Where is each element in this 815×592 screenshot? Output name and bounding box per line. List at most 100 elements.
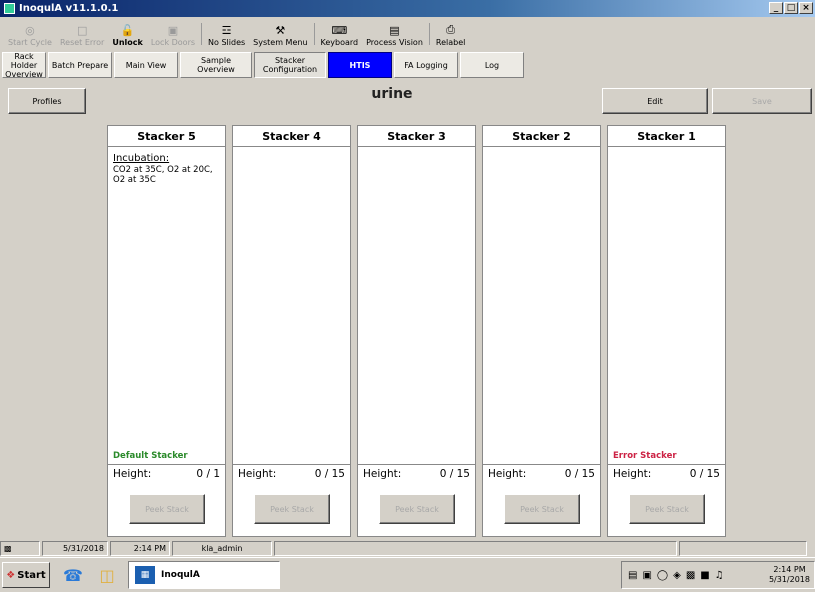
toolbar-button-label: No Slides (208, 38, 246, 47)
system-menu-icon: ⚒ (275, 23, 286, 37)
toolbar: ◎ Start Cycle □ Reset Error 🔓 Unlock ▣ Lock Doo… (0, 17, 815, 50)
nav-tab-6[interactable]: FA Logging (394, 52, 458, 78)
toolbar-button-0[interactable]: ◎ Start Cycle (4, 19, 56, 50)
printer-icon: ⎙ (446, 23, 456, 36)
window-title: InoqulA v11.1.0.1 (19, 3, 119, 14)
security-icon[interactable]: ◯ (657, 570, 668, 581)
internet-explorer-icon[interactable]: ☎ (62, 564, 84, 586)
stacker-footer: Height: 0 / 15 Peek Stack (233, 464, 350, 536)
toolbar-separator (313, 23, 315, 45)
toolbar-separator (428, 23, 430, 45)
stacker-content[interactable]: Incubation: CO2 at 35C, O2 at 20C, O2 at … (108, 147, 225, 471)
incubation-text: CO2 at 35C, O2 at 20C, O2 at 35C (113, 165, 213, 185)
toolbar-button-label: Lock Doors (150, 38, 196, 47)
drive-icon[interactable]: ▩ (686, 570, 695, 581)
tray-clock[interactable]: 2:14 PM 5/31/2018 (769, 565, 810, 585)
clock-date: 5/31/2018 (768, 575, 810, 584)
stacker-footer: Height: 0 / 1 Peek Stack (108, 464, 225, 536)
unlock-icon: 🔓 (120, 23, 135, 37)
maximize-button[interactable]: □ (784, 2, 798, 14)
network-icon[interactable]: ▤ (628, 570, 637, 581)
height-value: 0 / 15 (439, 468, 470, 480)
toolbar-button-1[interactable]: □ Reset Error (56, 19, 108, 50)
profile-name: urine (371, 86, 413, 102)
start-button[interactable]: ❖ Start (2, 562, 50, 588)
monitor-icon[interactable]: ▣ (642, 570, 651, 581)
device-icon[interactable]: ■ (700, 570, 709, 581)
edit-button[interactable]: Edit (602, 88, 708, 114)
nav-tab-3[interactable]: Sample Overview (180, 52, 252, 78)
height-value: 0 / 15 (689, 468, 720, 480)
nav-tab-1[interactable]: Batch Prepare (48, 52, 112, 78)
lock-doors-icon: ▣ (167, 23, 179, 37)
toolbar-button-2[interactable]: 🔓 Unlock (108, 19, 147, 50)
folder-icon[interactable]: ◫ (96, 564, 118, 586)
title-bar: InoqulA v11.1.0.1 _ □ × (0, 0, 815, 17)
status-user: kla_admin (172, 541, 272, 556)
stacker-title: Stacker 1 (608, 126, 725, 147)
toolbar-button-5[interactable]: ⚒ System Menu (249, 19, 311, 50)
nav-tab-7[interactable]: Log (460, 52, 524, 78)
system-tray: ▤ ▣ ◯ ◈ ▩ ■ ♫ 2:14 PM 5/31/2018 (621, 561, 815, 589)
start-label: Start (17, 569, 46, 581)
status-icon: ▩ (0, 541, 40, 556)
clock-time: 2:14 PM (773, 565, 806, 574)
toolbar-button-3[interactable]: ▣ Lock Doors (147, 19, 199, 50)
keyboard-icon: ⌨ (331, 23, 348, 37)
taskbar-item-label: InoqulA (161, 570, 200, 580)
peek-stack-button[interactable]: Peek Stack (629, 494, 705, 524)
close-button[interactable]: × (799, 2, 813, 14)
toolbar-button-7[interactable]: ▤ Process Vision (362, 19, 427, 50)
stacker-content[interactable] (483, 147, 600, 471)
height-value: 0 / 15 (564, 468, 595, 480)
toolbar-button-label: Reset Error (59, 38, 105, 47)
stacker-title: Stacker 3 (358, 126, 475, 147)
stacker-title: Stacker 4 (233, 126, 350, 147)
toolbar-button-label: System Menu (253, 38, 308, 47)
nav-tabs: Rack Holder Overview Batch Prepare Main Vi… (0, 50, 815, 79)
taskbar-item-inoqula[interactable]: ▦ InoqulA (128, 561, 280, 589)
stacker-column: Stacker 3 Height: 0 / 15 Peek Stack (357, 125, 476, 537)
toolbar-button-6[interactable]: ⌨ Keyboard (317, 19, 363, 50)
nav-tab-0[interactable]: Rack Holder Overview (2, 52, 46, 79)
main-panel: Profiles urine Edit Save Stacker 5 Incuba… (0, 78, 815, 540)
peek-stack-button[interactable]: Peek Stack (379, 494, 455, 524)
profiles-button[interactable]: Profiles (8, 88, 86, 114)
nav-tab-4[interactable]: Stacker Configuration (254, 52, 326, 78)
nav-tab-5[interactable]: HTIS (328, 52, 392, 78)
stacker-footer: Height: 0 / 15 Peek Stack (483, 464, 600, 536)
peek-stack-button[interactable]: Peek Stack (254, 494, 330, 524)
toolbar-button-label: Relabel (435, 38, 466, 47)
stacker-status-label: Default Stacker (113, 451, 188, 461)
height-label: Height: (613, 468, 652, 480)
height-label: Height: (113, 468, 152, 480)
stacker-column: Stacker 5 Incubation: CO2 at 35C, O2 at 20… (107, 125, 226, 537)
toolbar-button-8[interactable]: ⎙ Relabel (432, 19, 469, 50)
inoqula-app-icon: ▦ (135, 566, 155, 584)
stacker-column: Stacker 4 Height: 0 / 15 Peek Stack (232, 125, 351, 537)
height-value: 0 / 1 (196, 468, 220, 480)
height-value: 0 / 15 (314, 468, 345, 480)
stacker-content[interactable] (608, 147, 725, 471)
stacker-content[interactable] (233, 147, 350, 471)
slides-icon: ☲ (221, 23, 232, 37)
toolbar-button-4[interactable]: ☲ No Slides (204, 19, 249, 50)
stacker-footer: Height: 0 / 15 Peek Stack (608, 464, 725, 536)
save-button[interactable]: Save (712, 88, 812, 114)
process-vision-icon: ▤ (389, 23, 400, 37)
peek-stack-button[interactable]: Peek Stack (504, 494, 580, 524)
minimize-button[interactable]: _ (769, 2, 783, 14)
toolbar-button-label: Start Cycle (8, 38, 52, 47)
update-icon[interactable]: ◈ (673, 570, 681, 581)
stacker-content[interactable] (358, 147, 475, 471)
peek-stack-button[interactable]: Peek Stack (129, 494, 205, 524)
window-controls: _ □ × (769, 2, 813, 14)
stacker-title: Stacker 2 (483, 126, 600, 147)
volume-icon[interactable]: ♫ (715, 570, 724, 581)
status-date: 5/31/2018 (42, 541, 108, 556)
stacker-title: Stacker 5 (108, 126, 225, 147)
height-label: Height: (488, 468, 527, 480)
status-message (274, 541, 677, 556)
status-extra (679, 541, 807, 556)
nav-tab-2[interactable]: Main View (114, 52, 178, 78)
